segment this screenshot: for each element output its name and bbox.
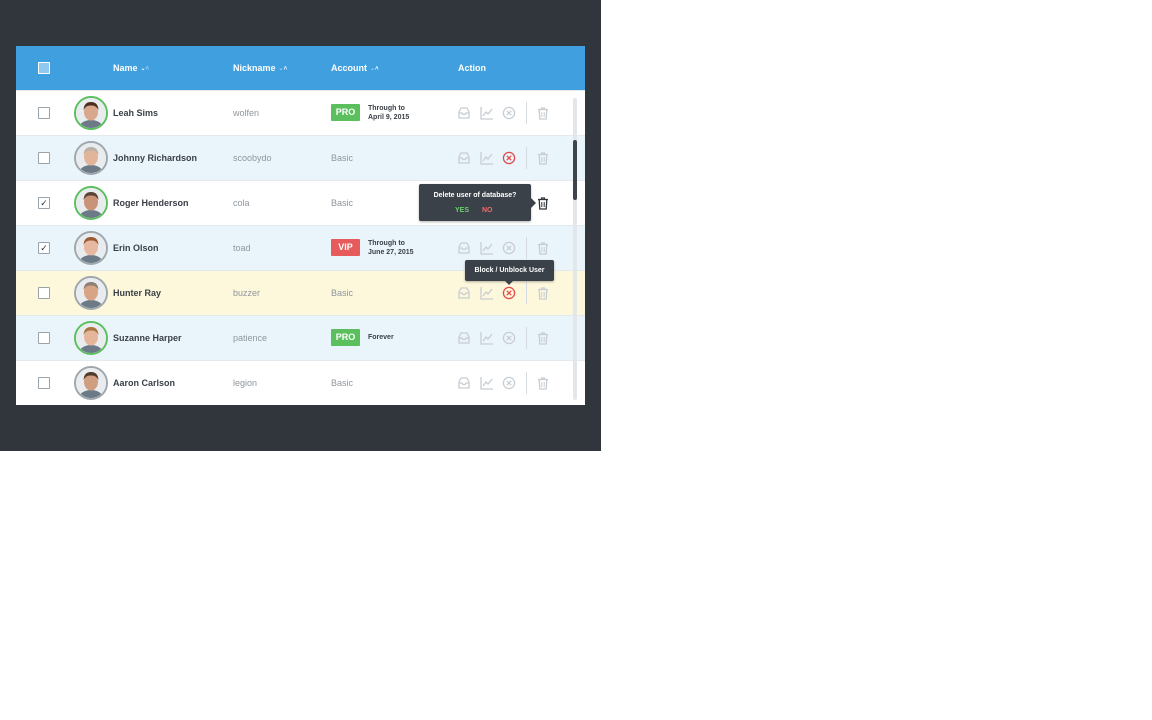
trash-icon[interactable]: [536, 286, 550, 300]
stats-chart-icon[interactable]: [480, 241, 494, 255]
user-name: Aaron Carlson: [113, 378, 176, 388]
delete-confirm-question: Delete user of database?: [433, 192, 517, 199]
user-nickname: wolfen: [233, 108, 260, 118]
action-divider: [526, 147, 527, 169]
inbox-icon[interactable]: [457, 106, 471, 120]
stats-chart-icon[interactable]: [480, 286, 494, 300]
sort-arrows-icon[interactable]: ⌄˄: [279, 66, 288, 72]
action-divider: [526, 237, 527, 259]
avatar: [74, 231, 108, 265]
column-header-nickname[interactable]: Nickname ⌄˄: [233, 46, 287, 90]
block-circle-icon[interactable]: [502, 331, 516, 345]
action-divider: [526, 372, 527, 394]
stats-chart-icon[interactable]: [480, 106, 494, 120]
row-checkbox[interactable]: [38, 377, 50, 389]
account-type: Basic: [331, 288, 354, 298]
action-divider: [526, 282, 527, 304]
account-type: Basic: [331, 198, 354, 208]
user-nickname: scoobydo: [233, 153, 272, 163]
trash-icon[interactable]: [536, 331, 550, 345]
user-nickname: patience: [233, 333, 268, 343]
table-row[interactable]: Johnny Richardson scoobydo Basic: [16, 135, 585, 180]
row-checkbox[interactable]: [38, 107, 50, 119]
user-name: Suzanne Harper: [113, 333, 182, 343]
account-badge-vip: VIP: [331, 239, 360, 256]
trash-icon[interactable]: [536, 241, 550, 255]
avatar: [74, 141, 108, 175]
delete-confirm-tooltip: Delete user of database? YES NO: [419, 184, 536, 221]
inbox-icon[interactable]: [457, 241, 471, 255]
avatar: [74, 96, 108, 130]
block-circle-icon[interactable]: [502, 376, 516, 390]
table-row[interactable]: Aaron Carlson legion Basic: [16, 360, 585, 405]
users-table: Name ⌄˄ Nickname ⌄˄ Account ⌄˄ Action Leah …: [16, 46, 585, 405]
user-nickname: toad: [233, 243, 251, 253]
background-stage: Name ⌄˄ Nickname ⌄˄ Account ⌄˄ Action Leah …: [0, 0, 601, 451]
account-expiry: Through to April 9, 2015: [368, 105, 410, 121]
column-header-name[interactable]: Name ⌄˄: [113, 46, 149, 90]
inbox-icon[interactable]: [457, 331, 471, 345]
inbox-icon[interactable]: [457, 151, 471, 165]
row-checkbox[interactable]: [38, 332, 50, 344]
column-header-account[interactable]: Account ⌄˄: [331, 46, 379, 90]
account-badge-pro: PRO: [331, 329, 360, 346]
user-nickname: buzzer: [233, 288, 261, 298]
column-header-action: Action: [458, 63, 486, 73]
block-circle-icon[interactable]: [502, 106, 516, 120]
block-user-tooltip: Block / Unblock User: [465, 260, 554, 285]
table-row[interactable]: Suzanne Harper patience PRO Forever: [16, 315, 585, 360]
row-checkbox[interactable]: ✓: [38, 242, 50, 254]
trash-icon[interactable]: [536, 196, 550, 210]
row-checkbox[interactable]: ✓: [38, 197, 50, 209]
select-all-checkbox[interactable]: [38, 62, 50, 74]
trash-icon[interactable]: [536, 106, 550, 120]
account-badge-pro: PRO: [331, 104, 360, 121]
block-circle-icon[interactable]: [502, 151, 516, 165]
action-divider: [526, 327, 527, 349]
sort-arrows-icon[interactable]: ⌄˄: [141, 66, 150, 72]
user-nickname: legion: [233, 378, 258, 388]
tooltip-arrow: [531, 198, 536, 208]
sort-arrows-icon[interactable]: ⌄˄: [370, 66, 379, 72]
block-circle-icon[interactable]: [502, 286, 516, 300]
user-nickname: cola: [233, 198, 250, 208]
table-row[interactable]: Leah Sims wolfen PRO Through to April 9, 2…: [16, 90, 585, 135]
user-name: Johnny Richardson: [113, 153, 198, 163]
account-type: Basic: [331, 378, 354, 388]
trash-icon[interactable]: [536, 151, 550, 165]
inbox-icon[interactable]: [457, 376, 471, 390]
user-name: Roger Henderson: [113, 198, 189, 208]
account-expiry: Forever: [368, 334, 394, 341]
row-checkbox[interactable]: [38, 152, 50, 164]
row-checkbox[interactable]: [38, 287, 50, 299]
avatar: [74, 276, 108, 310]
user-name: Leah Sims: [113, 108, 159, 118]
vertical-scrollbar[interactable]: [573, 98, 577, 400]
user-name: Erin Olson: [113, 243, 159, 253]
delete-confirm-yes-button[interactable]: YES: [455, 207, 469, 214]
avatar: [74, 366, 108, 400]
account-expiry: Through to June 27, 2015: [368, 240, 414, 256]
stats-chart-icon[interactable]: [480, 151, 494, 165]
stats-chart-icon[interactable]: [480, 376, 494, 390]
delete-confirm-no-button[interactable]: NO: [482, 207, 493, 214]
user-name: Hunter Ray: [113, 288, 162, 298]
tooltip-arrow: [505, 281, 513, 285]
scrollbar-thumb[interactable]: [573, 140, 577, 200]
inbox-icon[interactable]: [457, 286, 471, 300]
trash-icon[interactable]: [536, 376, 550, 390]
avatar: [74, 321, 108, 355]
avatar: [74, 186, 108, 220]
stats-chart-icon[interactable]: [480, 331, 494, 345]
block-circle-icon[interactable]: [502, 241, 516, 255]
table-header: Name ⌄˄ Nickname ⌄˄ Account ⌄˄ Action: [16, 46, 585, 90]
action-divider: [526, 102, 527, 124]
account-type: Basic: [331, 153, 354, 163]
